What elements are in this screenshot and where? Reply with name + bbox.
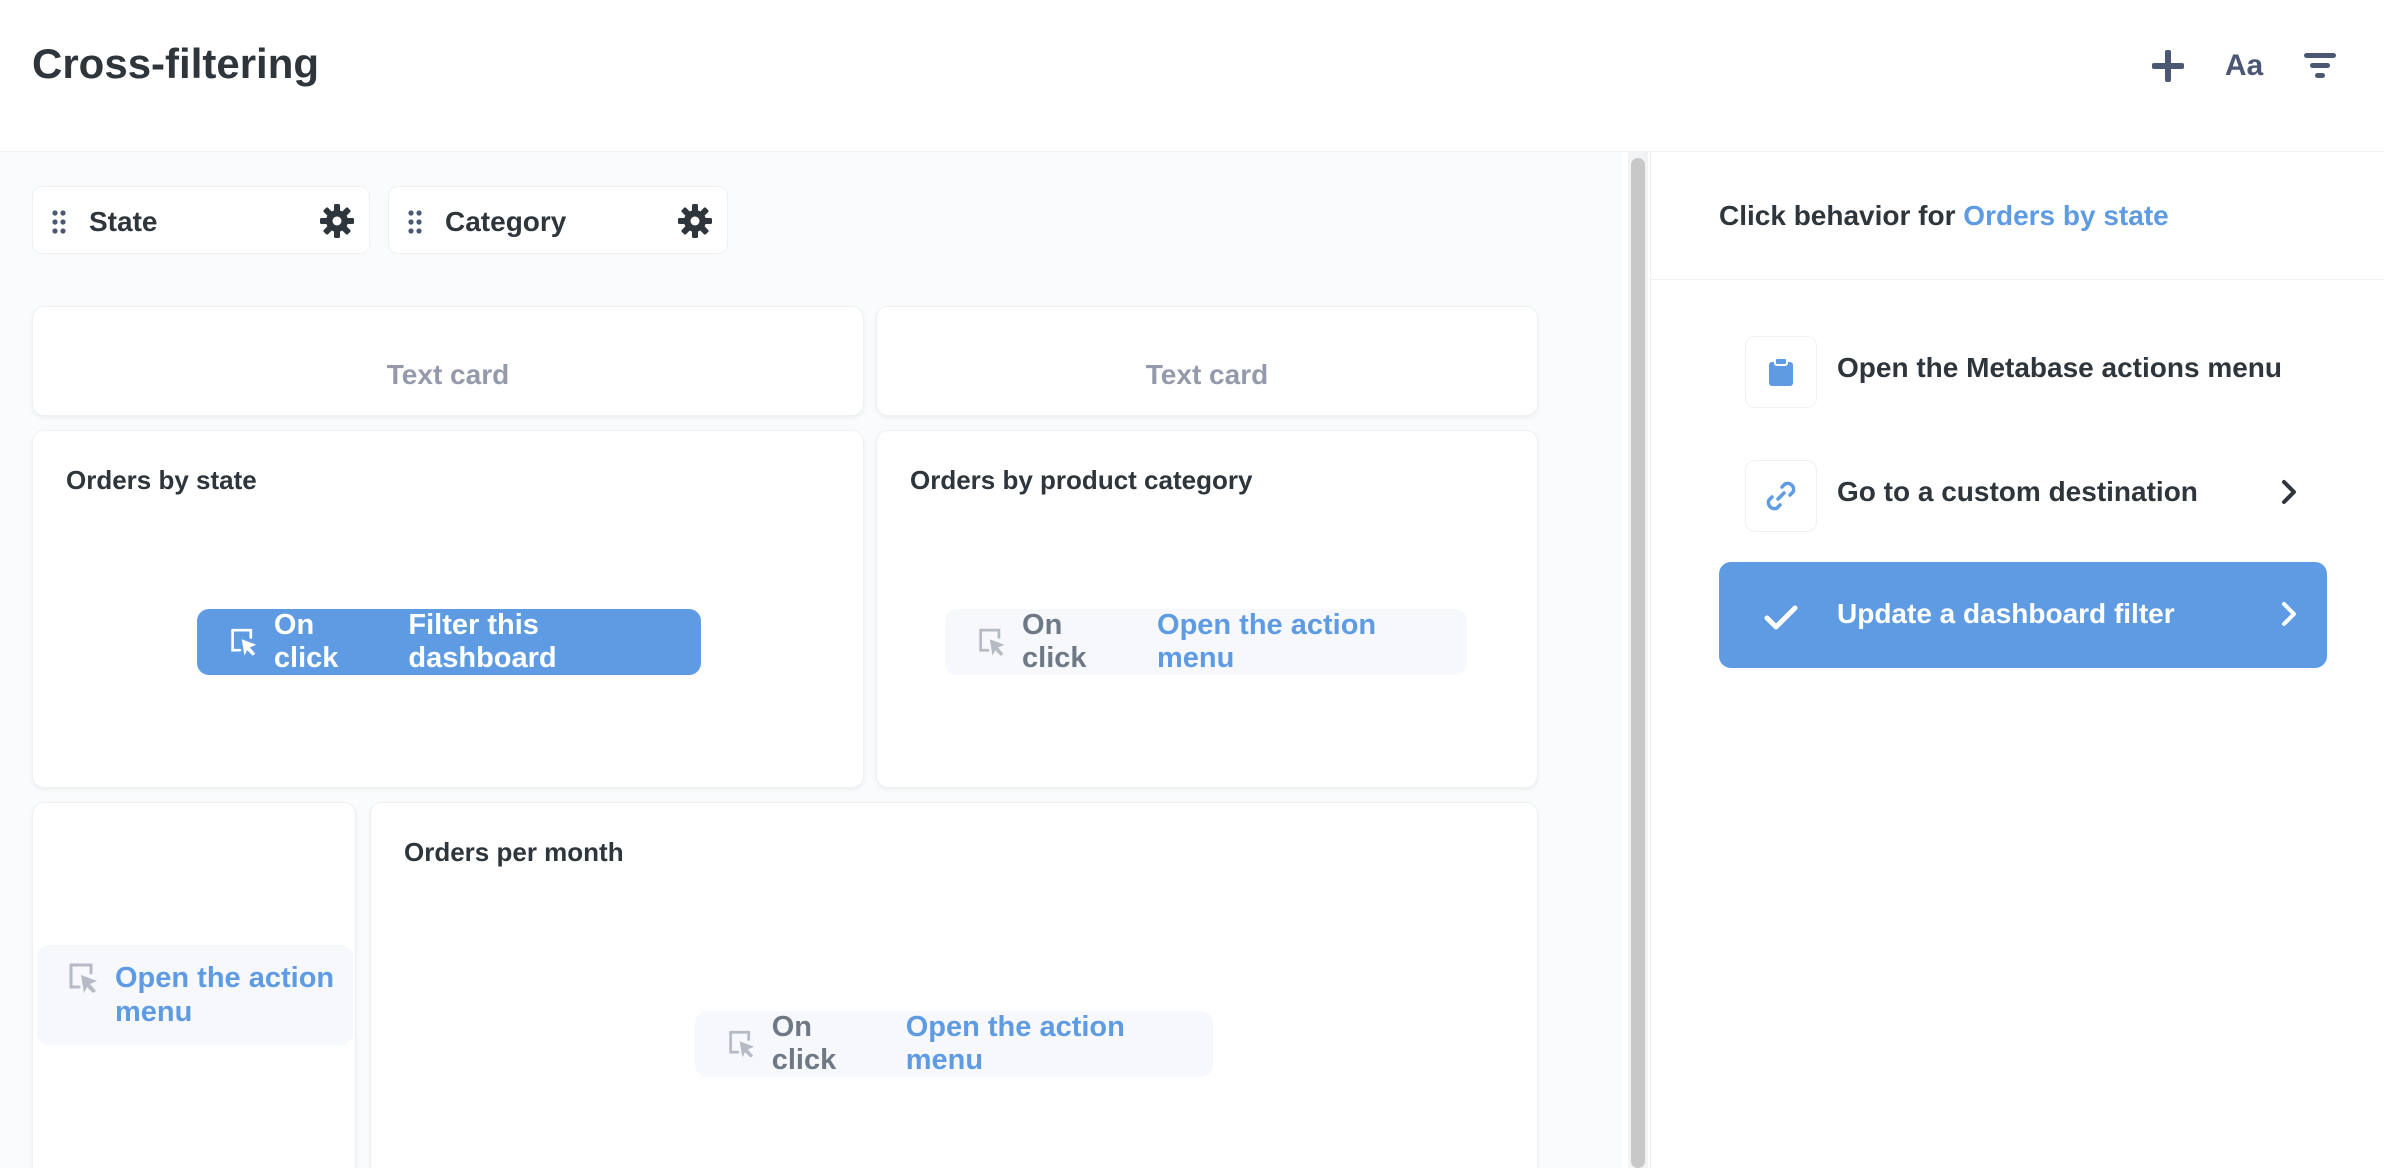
card-orders-by-category[interactable]: Orders by product category On click Open… [876,430,1538,788]
canvas-scrollbar[interactable] [1628,152,1648,1168]
click-behavior-pill[interactable]: Open the action menu [37,945,353,1045]
cursor-click-icon [729,1030,755,1058]
click-behavior-pill[interactable]: On click Filter this dashboard [197,609,701,675]
filter-icon[interactable] [2298,44,2342,88]
option-label: Update a dashboard filter [1837,598,2175,629]
filter-state[interactable]: State [32,186,370,254]
click-action-label: Open the action menu [1157,609,1377,674]
click-behavior-pill[interactable]: On click Open the action menu [695,1011,1213,1077]
text-card-label: Text card [386,359,510,390]
text-card[interactable]: Text card [876,306,1538,416]
sidebar-title-prefix: Click behavior for [1719,200,1956,231]
link-icon [1766,481,1796,511]
cursor-click-icon [69,963,97,993]
option-update-dashboard-filter[interactable]: Update a dashboard filter [1719,562,2327,668]
chevron-right-icon [2282,602,2296,626]
option-open-actions-menu[interactable]: Open the Metabase actions menu [1719,316,2327,422]
card-title: Orders per month [404,837,624,867]
click-action-label: Filter this dashboard [408,609,557,674]
click-action-label: Open the action menu [115,962,335,1028]
cursor-click-icon [231,628,257,656]
dashboard-header: Cross-filtering Aa [0,0,2384,152]
filter-category[interactable]: Category [388,186,728,254]
text-card-icon-glyph: Aa [2224,49,2264,82]
dashboard-canvas: State Category Text card Text card Order… [0,152,1622,1168]
filter-label: Category [445,206,567,237]
drag-handle-icon[interactable] [51,209,67,235]
click-behavior-sidebar: Click behavior for Orders by state Open … [1650,152,2384,1168]
text-card-label: Text card [1145,359,1269,390]
option-icon-box [1745,336,1817,408]
on-click-label: On click [1022,609,1087,674]
filter-label: State [89,206,158,237]
option-icon-box [1745,460,1817,532]
card-title: Orders by state [66,465,257,495]
sidebar-title: Click behavior for Orders by state [1719,200,2169,232]
on-click-label: On click [273,609,339,674]
cursor-click-icon [979,628,1005,656]
gear-icon[interactable] [319,203,355,239]
option-label: Open the Metabase actions menu [1837,352,2282,383]
card-title: Orders by product category [910,465,1253,495]
option-label: Go to a custom destination [1837,476,2198,507]
gear-icon[interactable] [677,203,713,239]
plus-icon[interactable] [2146,44,2190,88]
on-click-label: On click [771,1011,837,1076]
scrollbar-thumb[interactable] [1631,158,1645,1168]
card-orders-per-month[interactable]: Orders per month On click Open the actio… [370,802,1538,1168]
text-card[interactable]: Text card [32,306,864,416]
clipboard-icon [1769,357,1793,386]
card-orders-by-state[interactable]: Orders by state On click Filter this das… [32,430,864,788]
chevron-right-icon [2282,480,2296,504]
click-behavior-pill[interactable]: On click Open the action menu [945,609,1467,675]
dashboard-title[interactable]: Cross-filtering [32,40,319,88]
click-action-label: Open the action menu [905,1011,1125,1076]
option-custom-destination[interactable]: Go to a custom destination [1719,440,2327,546]
card-small[interactable]: Open the action menu [32,802,356,1168]
text-card-icon[interactable]: Aa [2222,44,2266,88]
option-icon-box [1745,582,1817,654]
drag-handle-icon[interactable] [407,209,423,235]
sidebar-header: Click behavior for Orders by state [1651,152,2384,280]
check-icon [1764,605,1798,630]
sidebar-title-card-name: Orders by state [1963,200,2169,231]
